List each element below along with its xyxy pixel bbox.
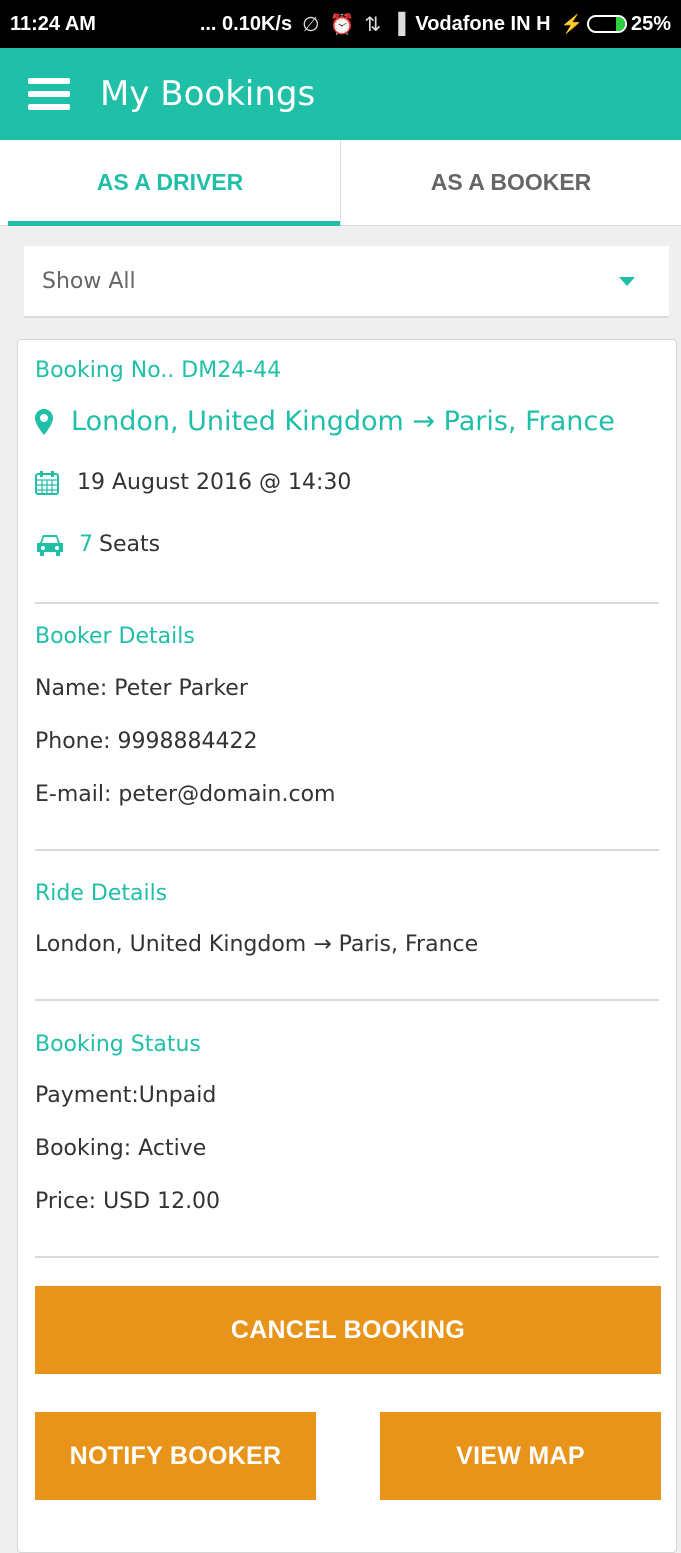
booking-datetime: 19 August 2016 @ 14:30 bbox=[77, 470, 352, 495]
booker-email: E-mail: peter@domain.com bbox=[35, 782, 336, 807]
divider bbox=[35, 849, 659, 851]
view-map-button[interactable]: VIEW MAP bbox=[380, 1412, 661, 1500]
battery: ⚡ 25% bbox=[561, 13, 671, 36]
page-title: My Bookings bbox=[100, 74, 316, 114]
data-arrows-icon: ⇅ bbox=[364, 13, 382, 36]
route-row: London, United Kingdom → Paris, France bbox=[35, 406, 615, 437]
booking-status-title: Booking Status bbox=[35, 1032, 201, 1057]
ride-route: London, United Kingdom → Paris, France bbox=[35, 932, 479, 957]
tab-as-booker[interactable]: AS A BOOKER bbox=[340, 140, 681, 225]
calendar-icon bbox=[35, 470, 59, 495]
booking-state: Booking: Active bbox=[35, 1136, 207, 1161]
ride-details-title: Ride Details bbox=[35, 881, 168, 906]
tab-as-driver[interactable]: AS A DRIVER bbox=[0, 140, 340, 226]
carrier-name: Vodafone IN H bbox=[415, 12, 551, 35]
car-icon bbox=[37, 534, 63, 556]
date-row: 19 August 2016 @ 14:30 bbox=[35, 470, 351, 495]
dropdown-arrow-icon bbox=[619, 276, 635, 286]
filter-dropdown[interactable]: Show All bbox=[24, 246, 669, 318]
cancel-booking-button[interactable]: CANCEL BOOKING bbox=[35, 1286, 661, 1374]
notify-booker-button[interactable]: NOTIFY BOOKER bbox=[35, 1412, 316, 1500]
booking-tabs: AS A DRIVER AS A BOOKER bbox=[0, 140, 681, 226]
menu-icon[interactable] bbox=[28, 78, 70, 110]
mute-icon: ∅ bbox=[302, 13, 320, 36]
status-indicators: ... 0.10K/s ∅ ⏰ ⇅ ▐ Vodafone IN H ⚡ 25% bbox=[200, 12, 671, 37]
booking-number: Booking No.. DM24-44 bbox=[35, 358, 282, 383]
location-pin-icon bbox=[35, 408, 53, 435]
status-time: 11:24 AM bbox=[10, 12, 96, 35]
booking-price: Price: USD 12.00 bbox=[35, 1189, 221, 1214]
signal-icon: ▐ bbox=[391, 12, 406, 35]
divider bbox=[35, 999, 659, 1001]
seats-label: Seats bbox=[99, 532, 161, 557]
booker-phone: Phone: 9998884422 bbox=[35, 729, 258, 754]
battery-icon bbox=[586, 15, 627, 33]
status-bar: 11:24 AM ... 0.10K/s ∅ ⏰ ⇅ ▐ Vodafone IN… bbox=[0, 0, 681, 48]
charging-icon: ⚡ bbox=[560, 13, 583, 34]
booking-card: Booking No.. DM24-44 London, United King… bbox=[17, 339, 677, 1553]
app-bar: My Bookings bbox=[0, 48, 681, 140]
divider bbox=[35, 1256, 659, 1258]
divider bbox=[35, 602, 659, 604]
payment-status: Payment:Unpaid bbox=[35, 1083, 217, 1108]
network-speed: ... 0.10K/s bbox=[199, 12, 293, 35]
alarm-icon: ⏰ bbox=[329, 13, 355, 36]
booker-details-title: Booker Details bbox=[35, 624, 195, 649]
seats-count: 7 bbox=[79, 532, 93, 557]
booker-name: Name: Peter Parker bbox=[35, 676, 248, 701]
seats-row: 7 Seats bbox=[35, 532, 160, 557]
filter-selected-value: Show All bbox=[42, 268, 136, 294]
battery-percent: 25% bbox=[630, 12, 671, 35]
route-text: London, United Kingdom → Paris, France bbox=[71, 406, 615, 437]
